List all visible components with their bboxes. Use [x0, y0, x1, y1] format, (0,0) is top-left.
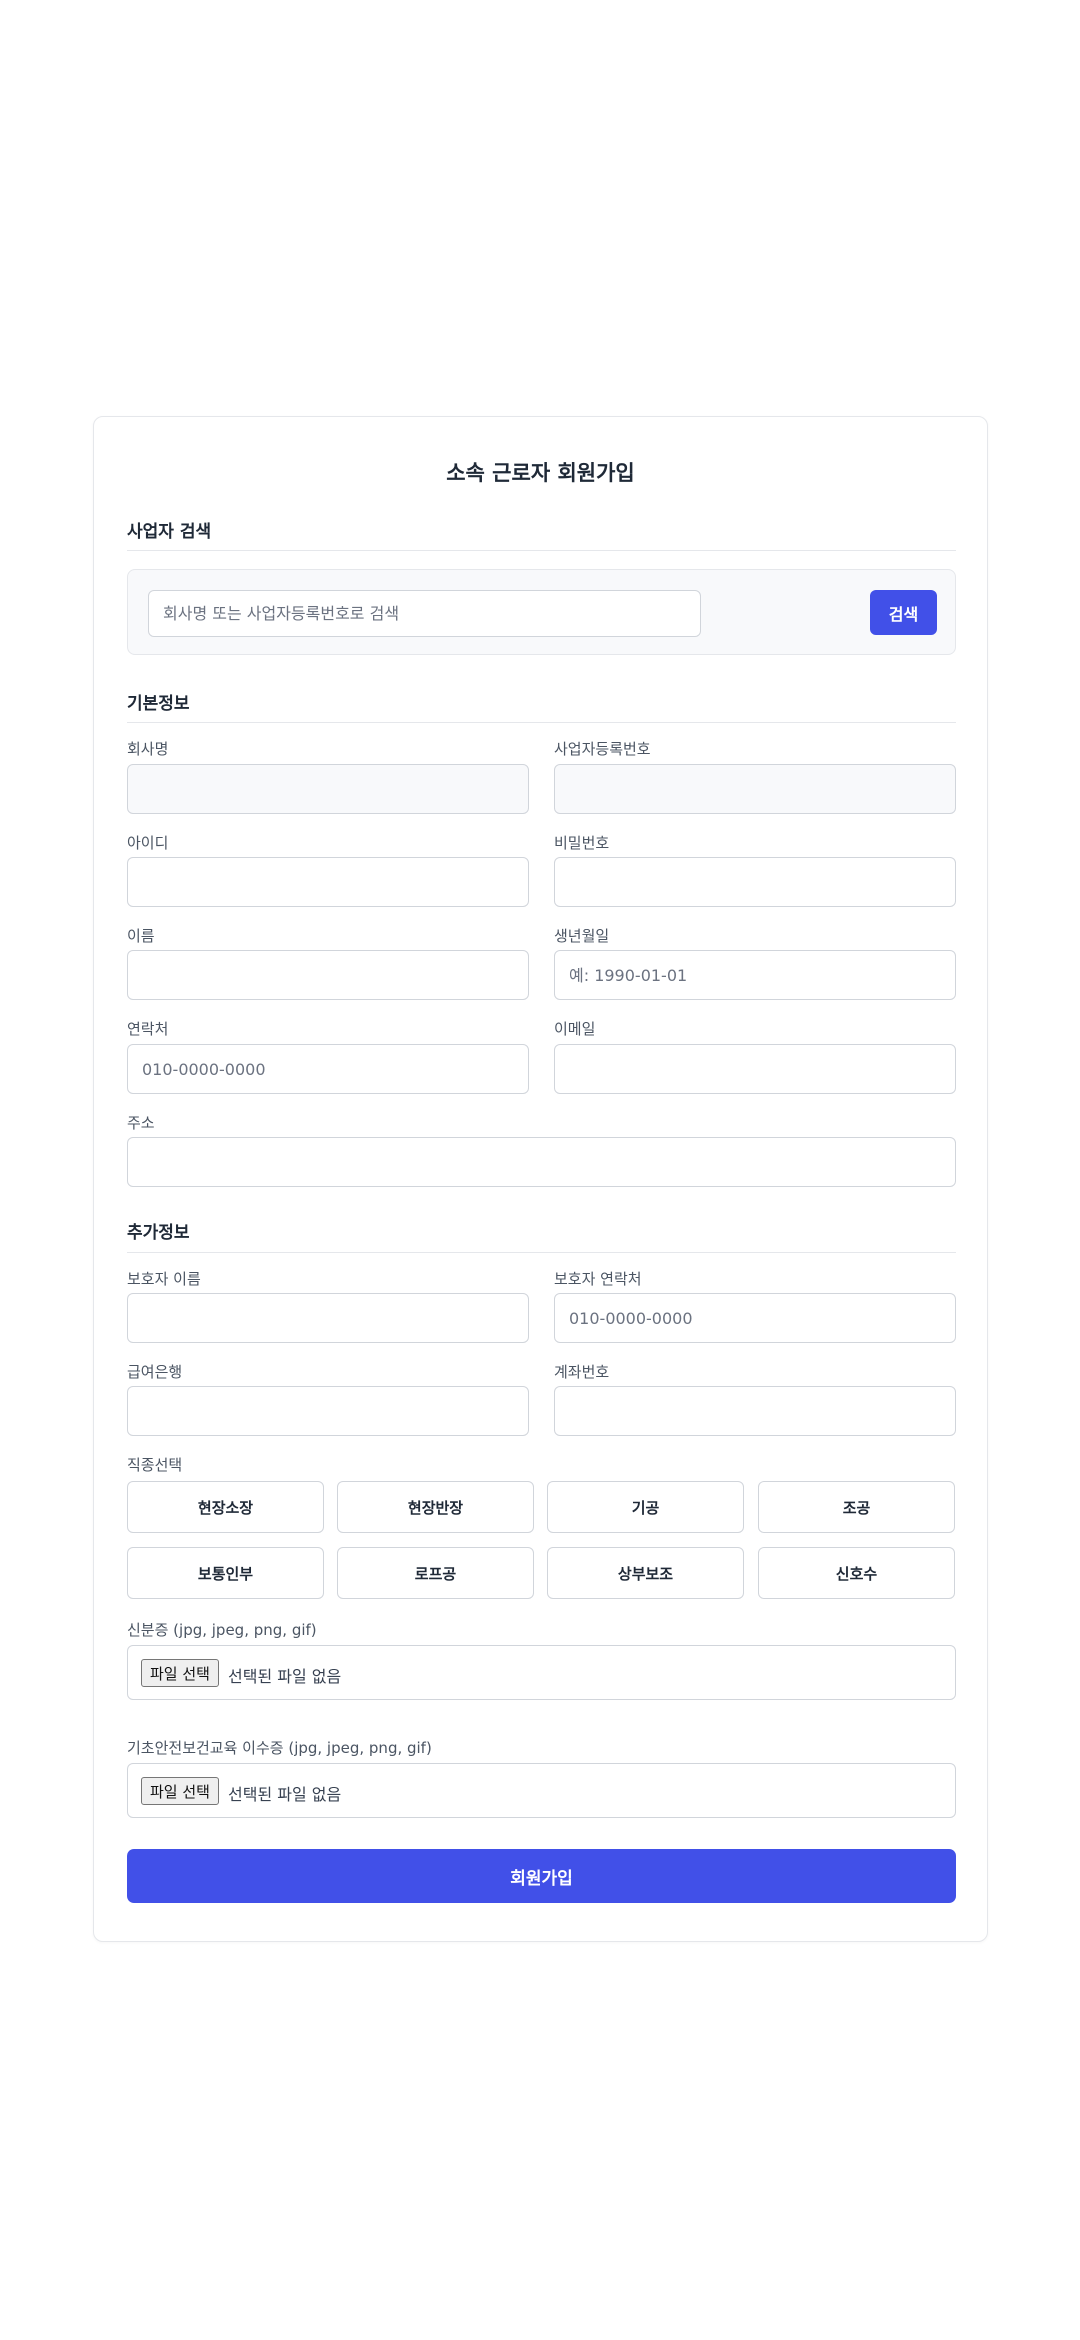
extra-section-title: 추가정보: [127, 1223, 190, 1243]
basic-section-divider: [127, 722, 956, 723]
job-option-assistant[interactable]: 조공: [758, 1481, 955, 1533]
job-option-site-foreman[interactable]: 현장반장: [337, 1481, 534, 1533]
id-card-file-status: 선택된 파일 없음: [228, 1667, 342, 1686]
id-card-label: 신분증 (jpg, jpeg, png, gif): [127, 1621, 317, 1639]
bank-field[interactable]: [127, 1386, 529, 1436]
extra-section-divider: [127, 1252, 956, 1253]
email-label: 이메일: [554, 1020, 596, 1038]
biz-number-label: 사업자등록번호: [554, 740, 651, 758]
address-field[interactable]: [127, 1137, 956, 1187]
name-field[interactable]: [127, 950, 529, 1000]
page-title: 소속 근로자 회원가입: [446, 461, 635, 485]
safety-cert-file-status: 선택된 파일 없음: [228, 1785, 342, 1804]
guardian-name-field[interactable]: [127, 1293, 529, 1343]
safety-cert-file-input: 파일 선택 선택된 파일 없음: [127, 1763, 956, 1818]
id-card-file-input: 파일 선택 선택된 파일 없음: [127, 1645, 956, 1700]
job-option-signalman[interactable]: 신호수: [758, 1547, 955, 1599]
user-id-label: 아이디: [127, 834, 169, 852]
biz-number-field[interactable]: [554, 764, 956, 814]
signup-card: 소속 근로자 회원가입 사업자 검색 검색 기본정보 회사명 사업자등록번호 아…: [93, 416, 988, 1942]
search-button[interactable]: 검색: [870, 590, 937, 635]
guardian-name-label: 보호자 이름: [127, 1270, 201, 1288]
job-option-site-manager[interactable]: 현장소장: [127, 1481, 324, 1533]
account-label: 계좌번호: [554, 1363, 610, 1381]
basic-section-title: 기본정보: [127, 694, 190, 714]
job-option-general-laborer[interactable]: 보통인부: [127, 1547, 324, 1599]
id-card-file-button[interactable]: 파일 선택: [141, 1659, 219, 1687]
address-label: 주소: [127, 1114, 155, 1132]
guardian-phone-label: 보호자 연락처: [554, 1270, 642, 1288]
safety-cert-label: 기초안전보건교육 이수증 (jpg, jpeg, png, gif): [127, 1739, 432, 1757]
job-option-upper-assistant[interactable]: 상부보조: [547, 1547, 744, 1599]
name-label: 이름: [127, 927, 155, 945]
email-field[interactable]: [554, 1044, 956, 1094]
company-name-label: 회사명: [127, 740, 169, 758]
phone-label: 연락처: [127, 1020, 169, 1038]
signup-submit-button[interactable]: 회원가입: [127, 1849, 956, 1903]
job-option-technician[interactable]: 기공: [547, 1481, 744, 1533]
bank-label: 급여은행: [127, 1363, 183, 1381]
account-field[interactable]: [554, 1386, 956, 1436]
password-field[interactable]: [554, 857, 956, 907]
business-search-box: 검색: [127, 569, 956, 655]
safety-cert-file-button[interactable]: 파일 선택: [141, 1777, 219, 1805]
user-id-field[interactable]: [127, 857, 529, 907]
phone-field[interactable]: [127, 1044, 529, 1094]
guardian-phone-field[interactable]: [554, 1293, 956, 1343]
password-label: 비밀번호: [554, 834, 610, 852]
birthdate-label: 생년월일: [554, 927, 610, 945]
job-option-rope-worker[interactable]: 로프공: [337, 1547, 534, 1599]
search-section-divider: [127, 550, 956, 551]
job-select-label: 직종선택: [127, 1456, 183, 1474]
birthdate-field[interactable]: [554, 950, 956, 1000]
company-name-field[interactable]: [127, 764, 529, 814]
business-search-input[interactable]: [148, 590, 701, 637]
search-section-title: 사업자 검색: [127, 522, 212, 542]
